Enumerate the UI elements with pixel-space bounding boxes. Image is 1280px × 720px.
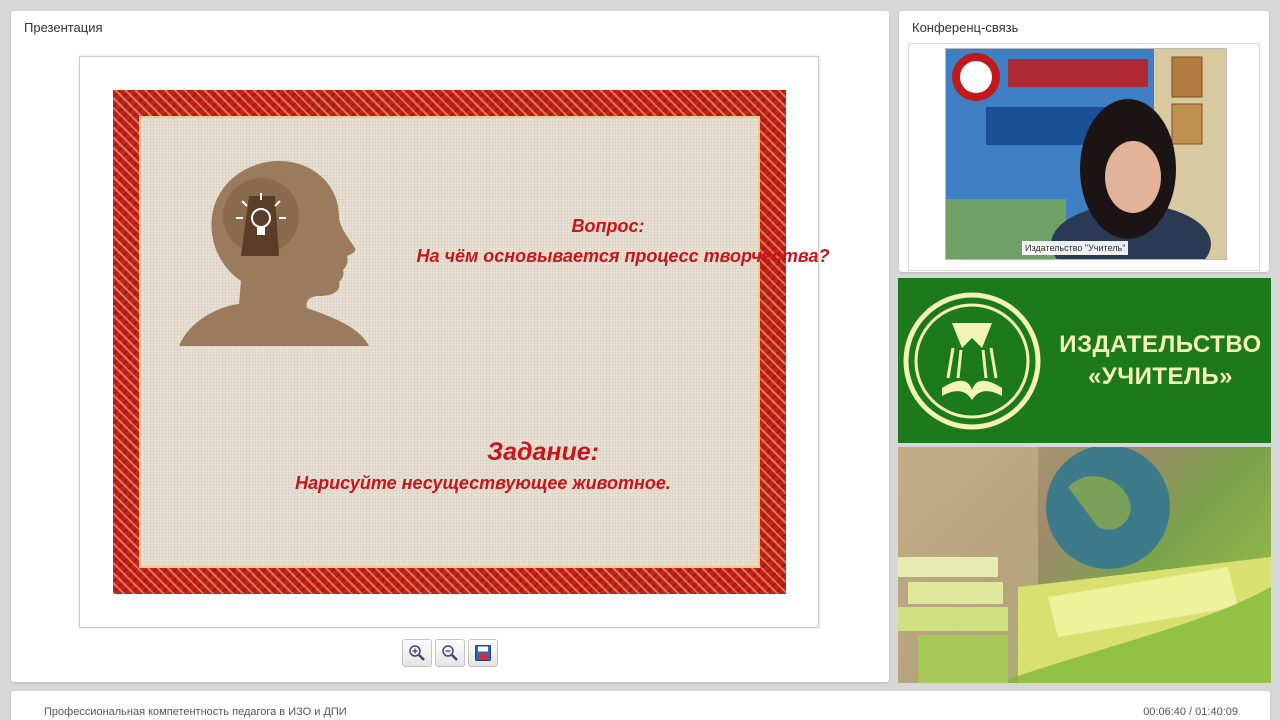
video-stream[interactable]: Издательство "Учитель" [945,48,1227,260]
playback-time: 00:06:40 / 01:40:09 [1143,706,1238,718]
footer-bar: Профессиональная компетентность педагога… [11,691,1270,720]
task-text: Нарисуйте несуществующее животное. [295,473,671,493]
publisher-name-line1: ИЗДАТЕЛЬСТВО [1059,331,1262,358]
books-globe-image [898,445,1271,683]
slide: Вопрос: На чём основывается процесс твор… [113,90,830,594]
course-title: Профессиональная компетентность педагога… [44,706,347,718]
slide-viewer: Вопрос: На чём основывается процесс твор… [79,56,830,628]
save-icon [475,645,491,661]
publisher-name-line2: «УЧИТЕЛЬ» [1088,363,1233,390]
presentation-panel: Презентация Вопрос: На чём основывается … [11,11,889,682]
speaker-video-image [946,49,1226,259]
question-title: Вопрос: [571,216,645,236]
zoom-in-button[interactable] [402,639,432,667]
conference-panel: Конференц-связь Издательство "Учитель" [899,11,1269,272]
zoom-out-button[interactable] [435,639,465,667]
question-text: На чём основывается процесс творчества? [416,246,830,266]
video-speaker-label: Издательство "Учитель" [1022,241,1129,255]
task-title: Задание: [487,438,599,466]
slide-toolbar [402,639,498,667]
publisher-banner: ИЗДАТЕЛЬСТВО «УЧИТЕЛЬ» [898,278,1271,683]
save-button[interactable] [468,639,498,667]
globe-books-picture [898,445,1271,683]
presentation-panel-title: Презентация [24,20,103,35]
zoom-out-icon [442,645,458,661]
thinking-head-icon [179,161,369,346]
publisher-banner-top: ИЗДАТЕЛЬСТВО «УЧИТЕЛЬ» [898,278,1271,443]
conference-panel-title: Конференц-связь [912,20,1019,35]
zoom-in-icon [409,645,425,661]
publisher-logo-icon [903,292,1041,430]
